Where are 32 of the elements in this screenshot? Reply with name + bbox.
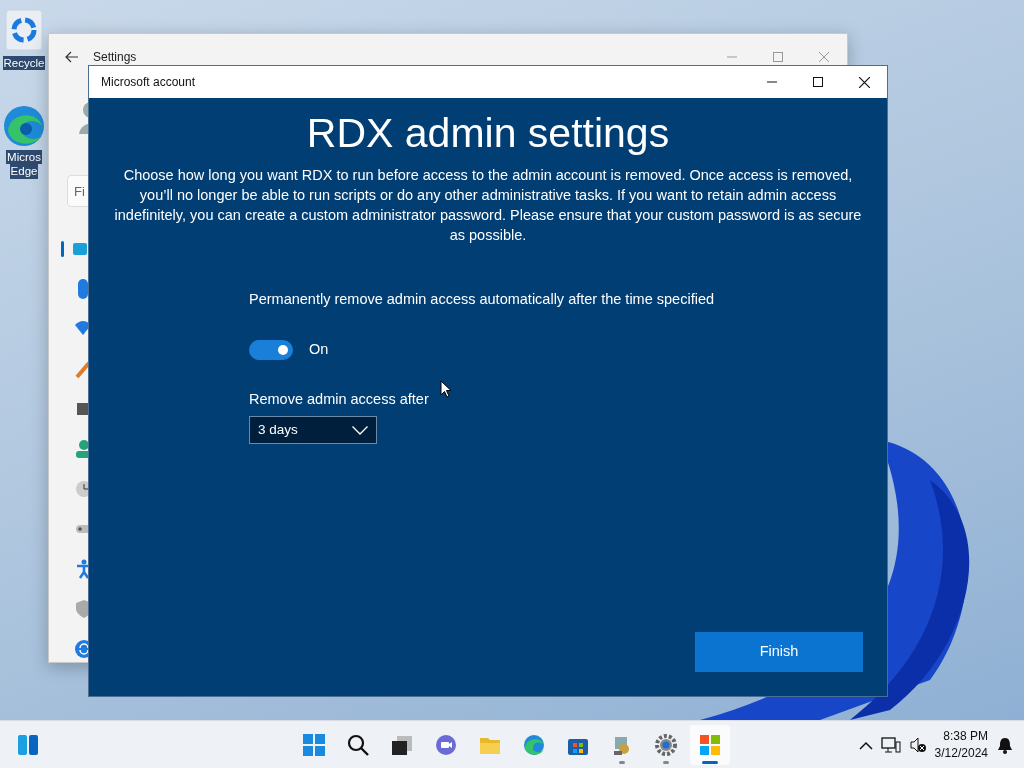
icon-label: Micros: [6, 150, 42, 165]
notification-bell-icon[interactable]: [996, 735, 1014, 754]
search-icon: [347, 733, 369, 756]
task-view-icon: [391, 733, 413, 756]
icon-label: Recycle: [2, 56, 46, 71]
description-text: Choose how long you want RDX to run before access to the admin account is removed. Once access is removed, you’ll no longer be able to run scripts or do any other administrative tasks. If you want to retain admin access indefinitely, you can create a custom administrator password. Please ensure that your custom password is as secure as possible.: [113, 166, 863, 246]
widgets-icon: [17, 733, 39, 756]
chevron-up-icon[interactable]: [858, 739, 873, 750]
toggle-switch[interactable]: [249, 339, 293, 360]
network-icon[interactable]: [880, 735, 901, 754]
clock-time[interactable]: 8:38 PM: [934, 728, 988, 745]
window-title: Settings: [93, 49, 138, 66]
finish-button[interactable]: Finish: [695, 632, 863, 672]
clock-date[interactable]: 3/12/2024: [934, 744, 988, 761]
close-icon[interactable]: [858, 76, 870, 88]
dropdown-label: Remove admin access after: [249, 389, 429, 409]
gear-icon: [655, 733, 677, 756]
maximize-icon[interactable]: [813, 77, 823, 87]
start-icon: [303, 733, 325, 756]
back-arrow-icon[interactable]: [65, 51, 79, 63]
chat-icon: [435, 733, 457, 756]
four-squares-icon: [699, 733, 721, 756]
chevron-down-icon: [352, 425, 368, 435]
mouse-cursor-icon: [440, 380, 452, 398]
toggle-state-text: On: [309, 339, 329, 359]
volume-muted-icon[interactable]: [908, 735, 927, 754]
icon-label: Edge: [9, 164, 39, 179]
browser-icon: [523, 733, 545, 756]
dialog-heading: RDX admin settings: [306, 110, 670, 158]
dropdown[interactable]: 3 days: [249, 416, 377, 445]
window-title: Microsoft account: [101, 74, 197, 91]
toggle-label: Permanently remove admin access automatically after the time specified: [249, 290, 714, 310]
